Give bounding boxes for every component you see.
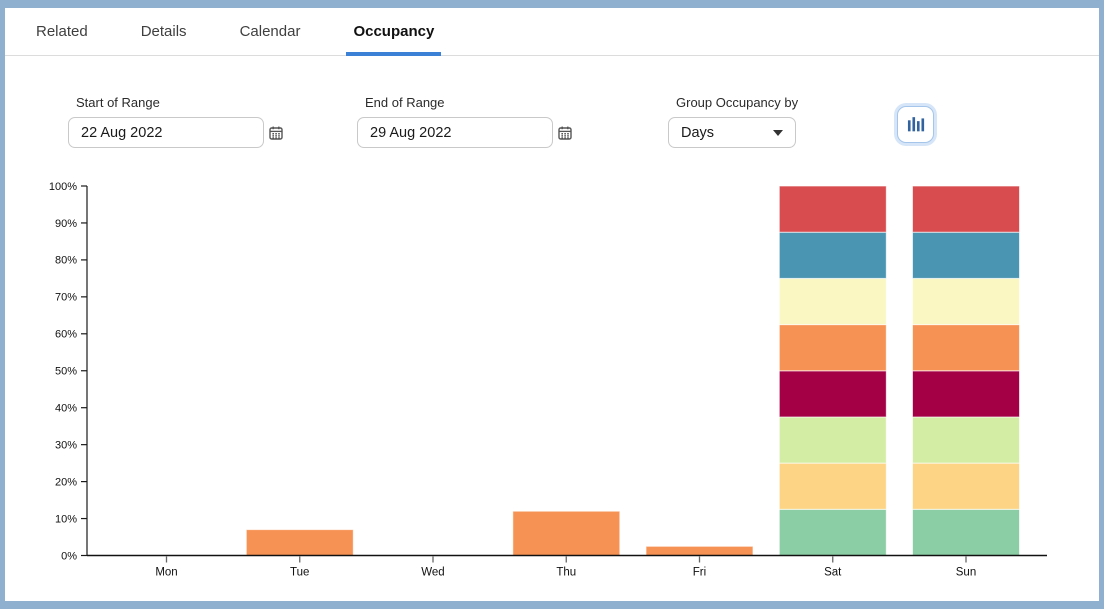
bar-segment-Sun-segment-5[interactable] xyxy=(913,325,1020,371)
bar-segment-Sat-segment-1[interactable] xyxy=(779,509,886,555)
bar-segment-Thu-segment-5[interactable] xyxy=(513,511,620,555)
y-tick-label: 0% xyxy=(61,550,77,562)
x-tick-label: Thu xyxy=(556,567,576,579)
y-tick-label: 60% xyxy=(55,329,77,341)
x-tick-label: Fri xyxy=(693,567,706,579)
bar-segment-Sun-segment-8[interactable] xyxy=(913,186,1020,232)
bar-segment-Sat-segment-7[interactable] xyxy=(779,232,886,278)
bar-segment-Sat-segment-5[interactable] xyxy=(779,325,886,371)
bar-segment-Tue-segment-5[interactable] xyxy=(246,530,353,556)
y-tick-label: 90% xyxy=(55,218,77,230)
bar-segment-Sat-segment-4[interactable] xyxy=(779,371,886,417)
y-tick-label: 40% xyxy=(55,403,77,415)
bar-segment-Sun-segment-7[interactable] xyxy=(913,232,1020,278)
bar-segment-Sun-segment-4[interactable] xyxy=(913,371,1020,417)
bar-segment-Sun-segment-2[interactable] xyxy=(913,463,1020,509)
y-tick-label: 100% xyxy=(49,181,77,193)
bar-segment-Sun-segment-6[interactable] xyxy=(913,278,1020,324)
y-tick-label: 80% xyxy=(55,255,77,267)
x-tick-label: Sat xyxy=(824,567,842,579)
bar-segment-Sat-segment-6[interactable] xyxy=(779,278,886,324)
bar-segment-Fri-segment-5[interactable] xyxy=(646,546,753,555)
x-tick-label: Wed xyxy=(421,567,444,579)
x-tick-label: Sun xyxy=(956,567,976,579)
occupancy-panel: Related Details Calendar Occupancy Start… xyxy=(5,8,1099,601)
bar-segment-Sat-segment-8[interactable] xyxy=(779,186,886,232)
y-tick-label: 30% xyxy=(55,439,77,451)
bar-segment-Sat-segment-2[interactable] xyxy=(779,463,886,509)
x-tick-label: Mon xyxy=(155,567,177,579)
y-tick-label: 10% xyxy=(55,513,77,525)
bar-segment-Sun-segment-1[interactable] xyxy=(913,509,1020,555)
x-tick-label: Tue xyxy=(290,567,309,579)
bar-segment-Sat-segment-3[interactable] xyxy=(779,417,886,463)
bar-segment-Sun-segment-3[interactable] xyxy=(913,417,1020,463)
y-tick-label: 50% xyxy=(55,366,77,378)
occupancy-chart: 0% 10% 20% 30% 40% 50% 60% 70% 80% 90% 100% Mon Tue W… xyxy=(5,8,1099,601)
y-tick-label: 70% xyxy=(55,292,77,304)
window-frame: Related Details Calendar Occupancy Start… xyxy=(0,0,1104,609)
y-tick-label: 20% xyxy=(55,476,77,488)
